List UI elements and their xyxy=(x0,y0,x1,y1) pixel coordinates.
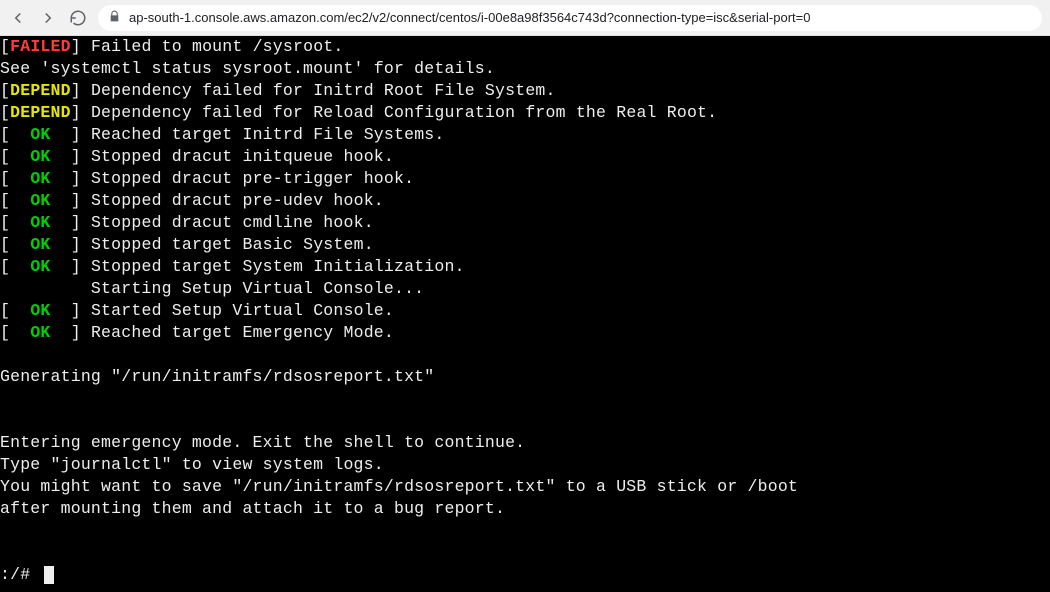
cursor xyxy=(44,566,54,584)
console-line: You might want to save "/run/initramfs/r… xyxy=(0,476,1050,498)
console-line: Generating "/run/initramfs/rdsosreport.t… xyxy=(0,366,1050,388)
console-line: Type "journalctl" to view system logs. xyxy=(0,454,1050,476)
reload-button[interactable] xyxy=(68,8,88,28)
console-line: [ OK ] Stopped dracut pre-udev hook. xyxy=(0,190,1050,212)
console-line: [ OK ] Stopped dracut pre-trigger hook. xyxy=(0,168,1050,190)
lock-icon xyxy=(108,10,121,26)
console-line: [ OK ] Started Setup Virtual Console. xyxy=(0,300,1050,322)
console-line: [DEPEND] Dependency failed for Reload Co… xyxy=(0,102,1050,124)
console-line: [ OK ] Reached target Initrd File System… xyxy=(0,124,1050,146)
back-button[interactable] xyxy=(8,8,28,28)
console-line: See 'systemctl status sysroot.mount' for… xyxy=(0,58,1050,80)
console-line: [ OK ] Stopped target System Initializat… xyxy=(0,256,1050,278)
console-line: [DEPEND] Dependency failed for Initrd Ro… xyxy=(0,80,1050,102)
forward-button[interactable] xyxy=(38,8,58,28)
console-line: [ OK ] Stopped dracut cmdline hook. xyxy=(0,212,1050,234)
serial-console[interactable]: [FAILED] Failed to mount /sysroot.See 's… xyxy=(0,36,1050,592)
url-text: ap-south-1.console.aws.amazon.com/ec2/v2… xyxy=(129,10,810,25)
shell-prompt[interactable]: :/# xyxy=(0,564,1050,586)
console-line: [FAILED] Failed to mount /sysroot. xyxy=(0,36,1050,58)
console-line: Starting Setup Virtual Console... xyxy=(0,278,1050,300)
console-line: Entering emergency mode. Exit the shell … xyxy=(0,432,1050,454)
console-line: after mounting them and attach it to a b… xyxy=(0,498,1050,520)
console-line: [ OK ] Stopped dracut initqueue hook. xyxy=(0,146,1050,168)
address-bar[interactable]: ap-south-1.console.aws.amazon.com/ec2/v2… xyxy=(98,5,1042,31)
browser-toolbar: ap-south-1.console.aws.amazon.com/ec2/v2… xyxy=(0,0,1050,36)
console-line: [ OK ] Reached target Emergency Mode. xyxy=(0,322,1050,344)
console-line: [ OK ] Stopped target Basic System. xyxy=(0,234,1050,256)
